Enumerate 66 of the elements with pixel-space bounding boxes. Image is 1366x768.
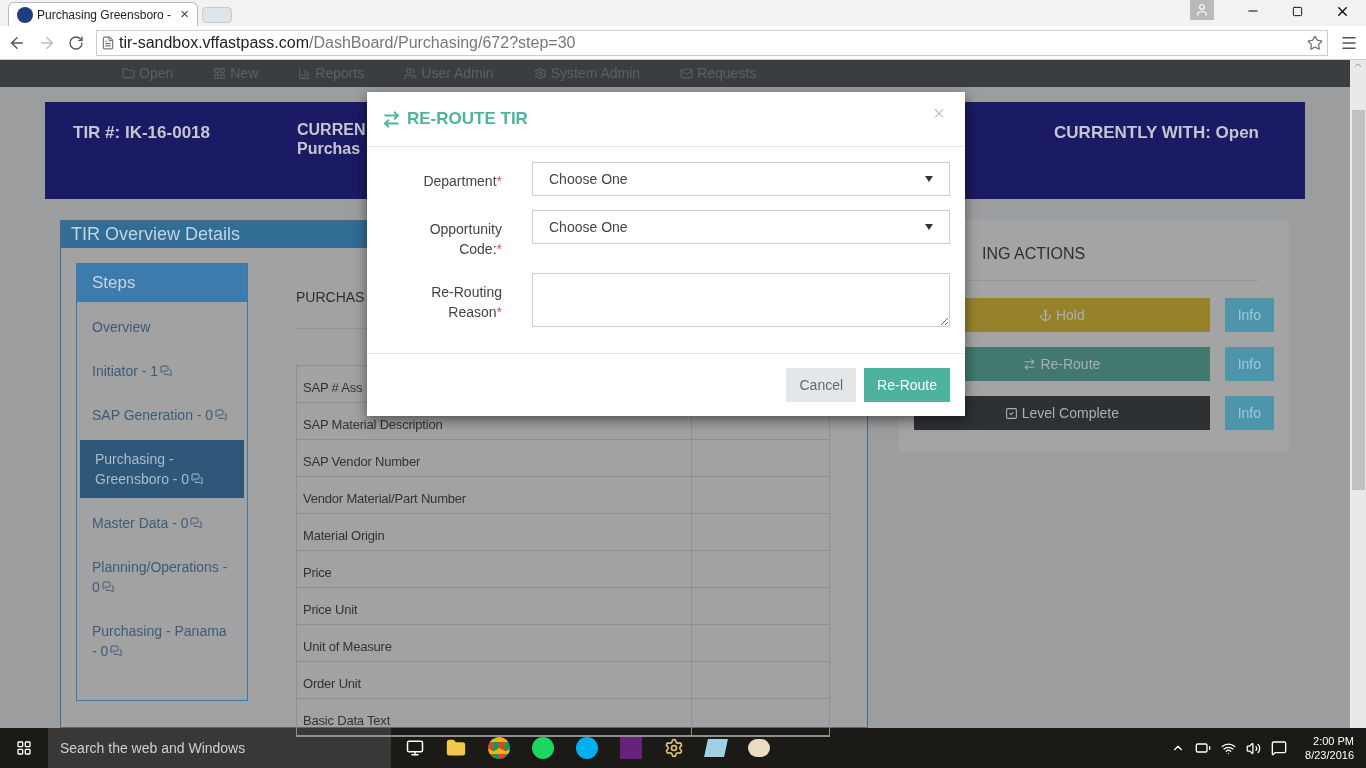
step-item[interactable]: Master Data - 0	[77, 504, 247, 542]
currently-with-text: CURRENTLY WITH: Open	[1054, 122, 1259, 144]
nav-icon	[680, 67, 694, 80]
dropdown-caret-icon	[925, 224, 933, 230]
step-item[interactable]: Purchasing - Greensboro - 0	[80, 440, 244, 498]
url-host: tir-sandbox.vffastpass.com	[119, 32, 309, 53]
step-item[interactable]: Initiator - 1	[77, 352, 247, 390]
task-view-icon[interactable]	[406, 739, 424, 757]
site-logo-icon	[17, 6, 33, 23]
dropdown-caret-icon	[925, 176, 933, 182]
info-button[interactable]: Info	[1224, 298, 1274, 332]
step-item[interactable]: SAP Generation - 0	[77, 396, 247, 434]
current-step-text: CURREN	[297, 120, 366, 139]
maximize-icon[interactable]	[1292, 6, 1303, 17]
nav-icon	[213, 67, 227, 80]
reload-icon[interactable]	[68, 34, 84, 51]
table-cell: Unit of Measure	[297, 625, 692, 661]
select-field[interactable]: Choose One	[532, 162, 950, 196]
step-item[interactable]: Overview	[77, 308, 247, 346]
table-cell: Material Origin	[297, 514, 692, 550]
steps-title: Steps	[77, 264, 247, 302]
table-cell: SAP Vendor Number	[297, 440, 692, 476]
swap-arrows-icon	[1023, 357, 1037, 371]
dialog-button[interactable]: Cancel	[786, 368, 857, 402]
notification-icon[interactable]	[1271, 740, 1288, 756]
select-field[interactable]: Choose One	[532, 210, 950, 244]
action-button[interactable]: Level Complete	[914, 396, 1210, 430]
field-label: Re-Routing Reason*	[430, 283, 502, 322]
star-icon[interactable]	[1307, 34, 1323, 51]
step-item[interactable]: Planning/Operations - 0	[77, 548, 247, 606]
step-item[interactable]: Purchasing - Panama - 0	[77, 612, 247, 670]
table-cell: Order Unit	[297, 662, 692, 698]
tir-number: TIR #: IK-16-0018	[73, 122, 211, 144]
scroll-thumb[interactable]	[1351, 110, 1365, 490]
search-field[interactable]: Search the web and Windows	[48, 728, 391, 768]
wifi-icon[interactable]	[1221, 740, 1237, 756]
close-button[interactable]: ×	[933, 98, 945, 128]
dialog-title: RE-ROUTE TIR	[407, 108, 528, 131]
nav-icon	[404, 67, 418, 80]
address-field[interactable]: tir-sandbox.vffastpass.com/DashBoard/Purchasing/672?step=30	[96, 29, 1328, 56]
swap-arrows-icon	[382, 109, 401, 129]
close-icon[interactable]	[1335, 4, 1350, 19]
nav-icon	[298, 67, 312, 80]
anchor-icon	[1038, 308, 1052, 322]
table-cell: Price	[297, 551, 692, 587]
speaker-icon[interactable]	[1246, 740, 1262, 756]
table-cell: Vendor Material/Part Number	[297, 477, 692, 513]
field-label: Department*	[422, 172, 502, 191]
clock-time: 2:00 PM	[1313, 734, 1354, 748]
clock-date: 8/23/2016	[1305, 748, 1354, 762]
url-path: /DashBoard/Purchasing/672?step=30	[309, 32, 576, 53]
checkbox-icon	[1004, 406, 1018, 420]
info-button[interactable]: Info	[1224, 347, 1274, 381]
info-button[interactable]: Info	[1224, 396, 1274, 430]
dialog-button[interactable]: Re-Route	[864, 368, 950, 402]
tab-title: Purchasing Greensboro -	[37, 6, 172, 24]
battery-icon[interactable]	[1195, 740, 1212, 756]
scrollbar[interactable]	[1350, 60, 1366, 728]
browser-tab[interactable]: Purchasing Greensboro - ×	[8, 2, 198, 26]
page-icon	[101, 35, 115, 50]
table-cell: Price Unit	[297, 588, 692, 624]
nav-icon	[533, 67, 547, 80]
current-step-text: Purchas	[297, 139, 362, 158]
nav-icon	[122, 67, 135, 80]
folder-icon[interactable]	[446, 738, 466, 758]
close-tab-button[interactable]: ×	[180, 3, 189, 26]
